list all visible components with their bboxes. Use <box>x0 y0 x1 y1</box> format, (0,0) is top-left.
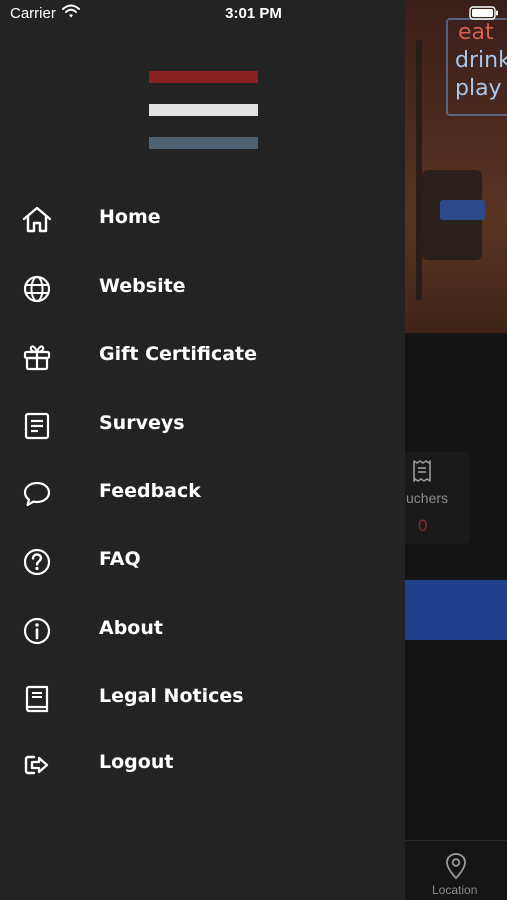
brand-logo <box>149 71 258 151</box>
menu-item-website[interactable]: Website <box>0 263 405 313</box>
menu-item-about[interactable]: About <box>0 605 405 655</box>
menu-item-label: Logout <box>99 751 174 773</box>
battery-icon <box>469 6 499 20</box>
clock: 3:01 PM <box>225 5 282 22</box>
navigation-drawer: Home Website Gift Certificate Surveys Fe… <box>0 0 405 900</box>
vouchers-label: uchers <box>406 490 449 506</box>
menu-item-logout[interactable]: Logout <box>0 739 405 789</box>
menu-item-surveys[interactable]: Surveys <box>0 400 405 450</box>
logo-stripe-red <box>149 71 258 83</box>
tab-location-label[interactable]: Location <box>432 883 477 897</box>
receipt-icon <box>411 459 433 483</box>
globe-icon <box>21 273 53 305</box>
menu-item-label: Feedback <box>99 480 201 502</box>
menu-item-label: Legal Notices <box>99 685 244 707</box>
menu-item-faq[interactable]: FAQ <box>0 536 405 586</box>
location-pin-icon[interactable] <box>444 852 468 880</box>
menu-item-label: About <box>99 617 163 639</box>
menu-item-label: Gift Certificate <box>99 343 258 365</box>
menu-item-feedback[interactable]: Feedback <box>0 468 405 518</box>
menu-item-legal-notices[interactable]: Legal Notices <box>0 673 405 723</box>
chat-bubble-icon <box>21 478 53 510</box>
menu-item-label: Website <box>99 275 186 297</box>
status-bar: Carrier 3:01 PM <box>0 0 507 28</box>
logout-icon <box>21 749 53 781</box>
photo-pole <box>416 40 422 300</box>
menu-item-label: Surveys <box>99 412 185 434</box>
logo-stripe-white <box>149 104 258 116</box>
photo-blue-seat <box>440 200 485 220</box>
survey-icon <box>21 410 53 442</box>
menu-item-label: Home <box>99 206 161 228</box>
menu-item-home[interactable]: Home <box>0 194 405 244</box>
menu-item-label: FAQ <box>99 548 141 570</box>
question-icon <box>21 546 53 578</box>
logo-stripe-blue <box>149 137 258 149</box>
vouchers-count: 0 <box>418 516 428 535</box>
book-icon <box>21 683 53 715</box>
neon-word-play: play <box>455 76 502 101</box>
gift-icon <box>21 341 53 373</box>
home-icon <box>21 204 53 236</box>
menu-item-gift-certificate[interactable]: Gift Certificate <box>0 331 405 381</box>
neon-word-drink: drink <box>455 48 507 73</box>
info-icon <box>21 615 53 647</box>
